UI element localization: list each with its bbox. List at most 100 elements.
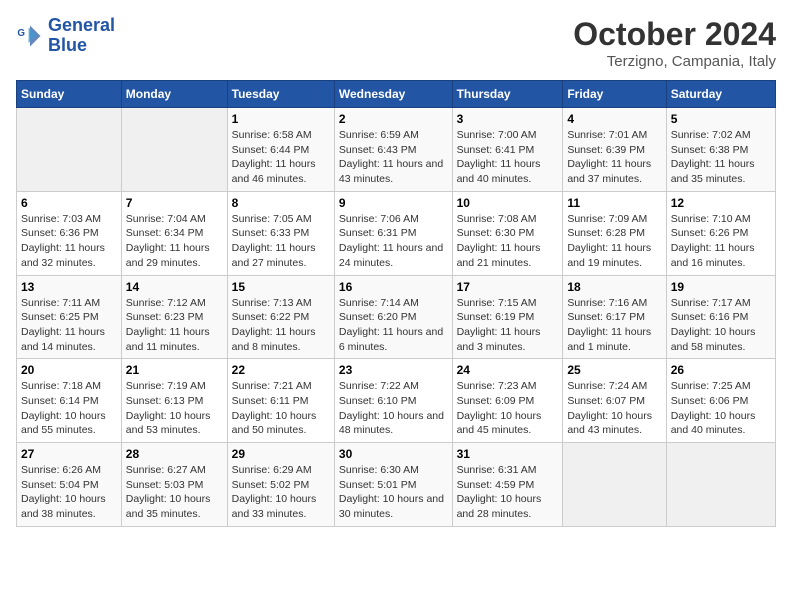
calendar-day-cell: 10 Sunrise: 7:08 AM Sunset: 6:30 PM Dayli… — [452, 191, 563, 275]
day-info: Sunrise: 7:12 AM Sunset: 6:23 PM Dayligh… — [126, 296, 223, 355]
calendar-table: SundayMondayTuesdayWednesdayThursdayFrid… — [16, 80, 776, 527]
weekday-header: Tuesday — [227, 81, 334, 108]
weekday-header: Monday — [121, 81, 227, 108]
day-info: Sunrise: 6:26 AM Sunset: 5:04 PM Dayligh… — [21, 463, 117, 522]
calendar-day-cell — [666, 443, 775, 527]
day-info: Sunrise: 7:18 AM Sunset: 6:14 PM Dayligh… — [21, 379, 117, 438]
day-number: 14 — [126, 280, 223, 294]
day-info: Sunrise: 6:31 AM Sunset: 4:59 PM Dayligh… — [457, 463, 559, 522]
day-number: 28 — [126, 447, 223, 461]
day-info: Sunrise: 7:14 AM Sunset: 6:20 PM Dayligh… — [339, 296, 448, 355]
page-header: G General Blue October 2024 Terzigno, Ca… — [16, 16, 776, 70]
calendar-week-row: 1Sunrise: 6:58 AM Sunset: 6:44 PM Daylig… — [17, 108, 776, 192]
day-info: Sunrise: 6:30 AM Sunset: 5:01 PM Dayligh… — [339, 463, 448, 522]
calendar-week-row: 27 Sunrise: 6:26 AM Sunset: 5:04 PM Dayli… — [17, 443, 776, 527]
weekday-header: Wednesday — [334, 81, 452, 108]
calendar-day-cell: 28 Sunrise: 6:27 AM Sunset: 5:03 PM Dayli… — [121, 443, 227, 527]
day-info: Sunrise: 6:27 AM Sunset: 5:03 PM Dayligh… — [126, 463, 223, 522]
calendar-day-cell: 30 Sunrise: 6:30 AM Sunset: 5:01 PM Dayli… — [334, 443, 452, 527]
svg-text:G: G — [17, 28, 25, 39]
day-number: 29 — [232, 447, 330, 461]
calendar-day-cell: 1Sunrise: 6:58 AM Sunset: 6:44 PM Daylig… — [227, 108, 334, 192]
calendar-day-cell — [17, 108, 122, 192]
day-info: Sunrise: 7:22 AM Sunset: 6:10 PM Dayligh… — [339, 379, 448, 438]
calendar-day-cell — [121, 108, 227, 192]
logo-icon: G — [16, 22, 44, 50]
calendar-day-cell: 7Sunrise: 7:04 AM Sunset: 6:34 PM Daylig… — [121, 191, 227, 275]
day-number: 19 — [671, 280, 771, 294]
day-number: 24 — [457, 363, 559, 377]
logo-line2: Blue — [48, 36, 115, 56]
day-number: 23 — [339, 363, 448, 377]
day-number: 13 — [21, 280, 117, 294]
weekday-header: Thursday — [452, 81, 563, 108]
day-info: Sunrise: 7:01 AM Sunset: 6:39 PM Dayligh… — [567, 128, 661, 187]
day-info: Sunrise: 7:25 AM Sunset: 6:06 PM Dayligh… — [671, 379, 771, 438]
calendar-day-cell: 6 Sunrise: 7:03 AM Sunset: 6:36 PM Daylig… — [17, 191, 122, 275]
calendar-day-cell: 11Sunrise: 7:09 AM Sunset: 6:28 PM Dayli… — [563, 191, 666, 275]
location: Terzigno, Campania, Italy — [573, 53, 776, 70]
day-info: Sunrise: 7:15 AM Sunset: 6:19 PM Dayligh… — [457, 296, 559, 355]
calendar-day-cell: 9 Sunrise: 7:06 AM Sunset: 6:31 PM Daylig… — [334, 191, 452, 275]
calendar-day-cell: 8Sunrise: 7:05 AM Sunset: 6:33 PM Daylig… — [227, 191, 334, 275]
day-number: 31 — [457, 447, 559, 461]
day-number: 16 — [339, 280, 448, 294]
calendar-day-cell: 4Sunrise: 7:01 AM Sunset: 6:39 PM Daylig… — [563, 108, 666, 192]
weekday-header: Saturday — [666, 81, 775, 108]
day-info: Sunrise: 7:19 AM Sunset: 6:13 PM Dayligh… — [126, 379, 223, 438]
day-number: 6 — [21, 196, 117, 210]
weekday-header: Sunday — [17, 81, 122, 108]
weekday-row: SundayMondayTuesdayWednesdayThursdayFrid… — [17, 81, 776, 108]
day-info: Sunrise: 7:24 AM Sunset: 6:07 PM Dayligh… — [567, 379, 661, 438]
day-info: Sunrise: 7:00 AM Sunset: 6:41 PM Dayligh… — [457, 128, 559, 187]
calendar-day-cell: 12Sunrise: 7:10 AM Sunset: 6:26 PM Dayli… — [666, 191, 775, 275]
day-number: 15 — [232, 280, 330, 294]
day-info: Sunrise: 7:10 AM Sunset: 6:26 PM Dayligh… — [671, 212, 771, 271]
day-number: 10 — [457, 196, 559, 210]
day-number: 26 — [671, 363, 771, 377]
day-info: Sunrise: 7:17 AM Sunset: 6:16 PM Dayligh… — [671, 296, 771, 355]
day-number: 9 — [339, 196, 448, 210]
day-info: Sunrise: 7:09 AM Sunset: 6:28 PM Dayligh… — [567, 212, 661, 271]
calendar-day-cell: 25 Sunrise: 7:24 AM Sunset: 6:07 PM Dayli… — [563, 359, 666, 443]
day-number: 3 — [457, 112, 559, 126]
day-info: Sunrise: 7:16 AM Sunset: 6:17 PM Dayligh… — [567, 296, 661, 355]
day-number: 17 — [457, 280, 559, 294]
day-number: 25 — [567, 363, 661, 377]
day-info: Sunrise: 7:08 AM Sunset: 6:30 PM Dayligh… — [457, 212, 559, 271]
calendar-week-row: 20 Sunrise: 7:18 AM Sunset: 6:14 PM Dayli… — [17, 359, 776, 443]
calendar-day-cell: 16 Sunrise: 7:14 AM Sunset: 6:20 PM Dayli… — [334, 275, 452, 359]
calendar-day-cell: 17 Sunrise: 7:15 AM Sunset: 6:19 PM Dayli… — [452, 275, 563, 359]
calendar-day-cell: 23 Sunrise: 7:22 AM Sunset: 6:10 PM Dayli… — [334, 359, 452, 443]
logo-line1: General — [48, 16, 115, 36]
calendar-day-cell: 5Sunrise: 7:02 AM Sunset: 6:38 PM Daylig… — [666, 108, 775, 192]
day-number: 20 — [21, 363, 117, 377]
day-number: 27 — [21, 447, 117, 461]
day-info: Sunrise: 7:13 AM Sunset: 6:22 PM Dayligh… — [232, 296, 330, 355]
day-info: Sunrise: 6:29 AM Sunset: 5:02 PM Dayligh… — [232, 463, 330, 522]
day-info: Sunrise: 7:11 AM Sunset: 6:25 PM Dayligh… — [21, 296, 117, 355]
day-info: Sunrise: 7:21 AM Sunset: 6:11 PM Dayligh… — [232, 379, 330, 438]
calendar-day-cell: 19 Sunrise: 7:17 AM Sunset: 6:16 PM Dayli… — [666, 275, 775, 359]
day-number: 1 — [232, 112, 330, 126]
day-info: Sunrise: 7:05 AM Sunset: 6:33 PM Dayligh… — [232, 212, 330, 271]
day-number: 5 — [671, 112, 771, 126]
weekday-header: Friday — [563, 81, 666, 108]
day-number: 22 — [232, 363, 330, 377]
calendar-day-cell: 29 Sunrise: 6:29 AM Sunset: 5:02 PM Dayli… — [227, 443, 334, 527]
month-title: October 2024 — [573, 16, 776, 53]
calendar-week-row: 6 Sunrise: 7:03 AM Sunset: 6:36 PM Daylig… — [17, 191, 776, 275]
calendar-day-cell: 27 Sunrise: 6:26 AM Sunset: 5:04 PM Dayli… — [17, 443, 122, 527]
calendar-day-cell: 18Sunrise: 7:16 AM Sunset: 6:17 PM Dayli… — [563, 275, 666, 359]
calendar-body: 1Sunrise: 6:58 AM Sunset: 6:44 PM Daylig… — [17, 108, 776, 527]
calendar-day-cell: 14 Sunrise: 7:12 AM Sunset: 6:23 PM Dayli… — [121, 275, 227, 359]
day-info: Sunrise: 7:03 AM Sunset: 6:36 PM Dayligh… — [21, 212, 117, 271]
calendar-day-cell: 3 Sunrise: 7:00 AM Sunset: 6:41 PM Daylig… — [452, 108, 563, 192]
day-info: Sunrise: 7:23 AM Sunset: 6:09 PM Dayligh… — [457, 379, 559, 438]
calendar-day-cell: 13 Sunrise: 7:11 AM Sunset: 6:25 PM Dayli… — [17, 275, 122, 359]
day-number: 30 — [339, 447, 448, 461]
calendar-day-cell — [563, 443, 666, 527]
calendar-day-cell: 31 Sunrise: 6:31 AM Sunset: 4:59 PM Dayli… — [452, 443, 563, 527]
calendar-day-cell: 21Sunrise: 7:19 AM Sunset: 6:13 PM Dayli… — [121, 359, 227, 443]
day-info: Sunrise: 7:06 AM Sunset: 6:31 PM Dayligh… — [339, 212, 448, 271]
